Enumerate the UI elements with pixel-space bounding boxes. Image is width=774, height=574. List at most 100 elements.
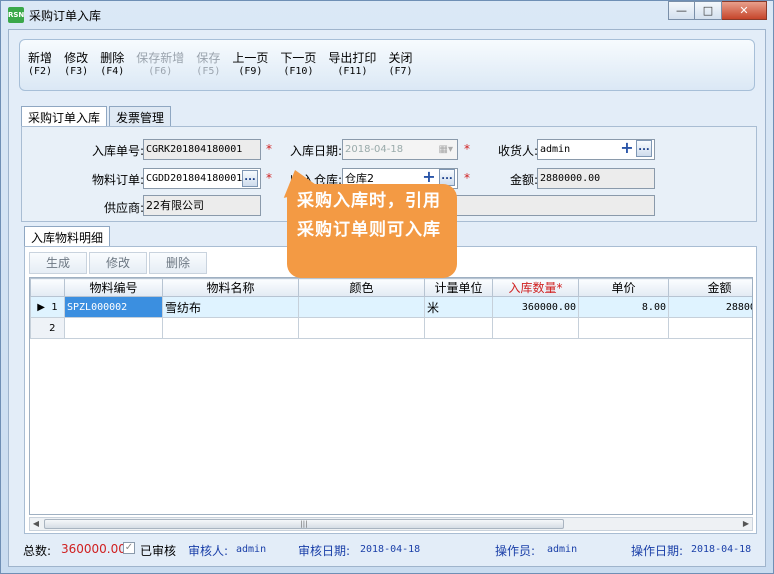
edit-button[interactable]: 修改 (F3): [64, 52, 88, 78]
total-label: 总数:: [23, 544, 52, 558]
edit-label: 修改: [64, 51, 89, 65]
cell-unit[interactable]: [424, 317, 493, 339]
cell-color[interactable]: [298, 296, 425, 318]
tab-invoice[interactable]: 发票管理: [109, 106, 172, 126]
prev-page-button[interactable]: 上一页 (F9): [232, 52, 268, 78]
in-date-label: 入库日期:: [289, 144, 342, 158]
new-button[interactable]: 新增 (F2): [28, 52, 52, 78]
maximize-button[interactable]: □: [695, 1, 722, 20]
scroll-left-icon[interactable]: ◀: [30, 518, 42, 530]
row-header[interactable]: ▶ 1: [30, 296, 65, 318]
prev-page-key: (F9): [238, 66, 263, 77]
audit-date-value: 2018-04-18: [360, 544, 421, 555]
cell-amount[interactable]: [668, 317, 752, 339]
export-print-button[interactable]: 导出打印 (F11): [328, 52, 376, 78]
cell-price[interactable]: [578, 317, 669, 339]
cell-name[interactable]: [162, 317, 299, 339]
in-date-required-mark: *: [464, 142, 470, 156]
order-lookup-button[interactable]: ...: [242, 170, 258, 187]
operator-label: 操作员:: [495, 544, 536, 558]
supplier-label: 供应商:: [103, 201, 144, 215]
cell-amount[interactable]: 2880000: [668, 296, 752, 318]
status-bar: 总数: 360000.00 ✓ 已审核 审核人: admin 审核日期: 201…: [23, 542, 761, 560]
save-new-button[interactable]: 保存新增 (F6): [136, 52, 184, 78]
col-header-code[interactable]: 物料编号: [64, 278, 163, 297]
app-window: RSN 采购订单入库 — □ ✕ 新增 (F2) 修改 (F3) 删除 (F4) 保存…: [0, 0, 774, 574]
supplier-extra-field[interactable]: [442, 195, 655, 216]
close-label: 关闭: [388, 51, 413, 65]
cell-name[interactable]: 雪纺布: [162, 296, 299, 318]
row-header[interactable]: 2: [30, 317, 65, 339]
cell-qty[interactable]: 360000.00: [492, 296, 579, 318]
delete-label: 删除: [100, 51, 125, 65]
check-icon[interactable]: ✓: [123, 542, 135, 554]
in-date-value: 2018-04-18: [345, 144, 404, 155]
auditor-label: 审核人:: [188, 544, 229, 558]
close-button[interactable]: 关闭 (F7): [388, 52, 412, 78]
scroll-right-icon[interactable]: ▶: [740, 518, 752, 530]
col-header-amount[interactable]: 金额: [668, 278, 752, 297]
tab-detail[interactable]: 入库物料明细: [24, 226, 111, 247]
scrollbar-thumb[interactable]: |||: [44, 519, 564, 529]
cell-unit[interactable]: 米: [424, 296, 493, 318]
next-page-key: (F10): [283, 66, 314, 77]
supplier-field[interactable]: 22有限公司: [143, 195, 261, 216]
tab-purchase-in[interactable]: 采购订单入库: [21, 106, 108, 127]
in-no-required-mark: *: [266, 142, 272, 156]
window-title: 采购订单入库: [29, 9, 102, 23]
audit-date-label: 审核日期:: [298, 544, 351, 558]
auditor-value: admin: [236, 544, 267, 555]
minimize-button[interactable]: —: [668, 1, 695, 20]
detail-edit-button[interactable]: 修改: [89, 252, 147, 274]
row-number: 2: [49, 322, 56, 334]
col-header-unit[interactable]: 计量单位: [424, 278, 493, 297]
row-number: 1: [51, 301, 58, 313]
save-label: 保存: [196, 51, 221, 65]
next-page-button[interactable]: 下一页 (F10): [280, 52, 316, 78]
table-row[interactable]: 2: [30, 317, 752, 339]
next-page-label: 下一页: [280, 51, 317, 65]
save-new-label: 保存新增: [136, 51, 185, 65]
warehouse-required-mark: *: [464, 171, 470, 185]
close-window-button[interactable]: ✕: [722, 1, 767, 20]
export-print-key: (F11): [337, 66, 368, 77]
detail-table: 物料编号 物料名称 颜色 计量单位 入库数量* 单价 金额 ▶ 1 SPZL00…: [30, 278, 752, 339]
order-required-mark: *: [266, 171, 272, 185]
cell-qty[interactable]: [492, 317, 579, 339]
in-date-field[interactable]: 2018-04-18 ▦▾: [342, 139, 458, 160]
main-tabs: 采购订单入库 发票管理: [21, 106, 173, 127]
save-new-key: (F6): [148, 66, 173, 77]
cell-price[interactable]: 8.00: [578, 296, 669, 318]
save-key: (F5): [196, 66, 221, 77]
cell-code[interactable]: [64, 317, 163, 339]
col-header-name[interactable]: 物料名称: [162, 278, 299, 297]
app-logo-icon: RSN: [8, 7, 24, 23]
new-label: 新增: [28, 51, 53, 65]
annotation-callout: 采购入库时，引用采购订单则可入库: [287, 184, 457, 278]
cell-code[interactable]: SPZL000002: [64, 296, 163, 318]
col-header-color[interactable]: 颜色: [298, 278, 425, 297]
receiver-lookup-button[interactable]: ...: [636, 140, 652, 157]
detail-grid: 物料编号 物料名称 颜色 计量单位 入库数量* 单价 金额 ▶ 1 SPZL00…: [29, 277, 753, 515]
detail-toolbar: 生成 修改 删除: [29, 250, 209, 276]
grid-header-row: 物料编号 物料名称 颜色 计量单位 入库数量* 单价 金额: [30, 278, 752, 297]
op-date-label: 操作日期:: [631, 544, 684, 558]
add-receiver-plus-icon[interactable]: +: [620, 140, 634, 157]
amount-field[interactable]: 2880000.00: [537, 168, 655, 189]
delete-button[interactable]: 删除 (F4): [100, 52, 124, 78]
calendar-dropdown-icon[interactable]: ▦▾: [439, 140, 453, 159]
horizontal-scrollbar[interactable]: ◀ ||| ▶: [29, 517, 753, 531]
window-controls: — □ ✕: [668, 1, 767, 20]
title-bar: RSN 采购订单入库 — □ ✕: [1, 1, 773, 29]
cell-color[interactable]: [298, 317, 425, 339]
save-button[interactable]: 保存 (F5): [196, 52, 220, 78]
delete-key: (F4): [100, 66, 125, 77]
table-row[interactable]: ▶ 1 SPZL000002 雪纺布 米 360000.00 8.00 2880…: [30, 296, 752, 318]
in-no-field[interactable]: CGRK201804180001: [143, 139, 261, 160]
detail-delete-button[interactable]: 删除: [149, 252, 207, 274]
col-header-price[interactable]: 单价: [578, 278, 669, 297]
col-header-qty[interactable]: 入库数量*: [492, 278, 579, 297]
operator-value: admin: [547, 544, 578, 555]
generate-button[interactable]: 生成: [29, 252, 87, 274]
export-print-label: 导出打印: [328, 51, 377, 65]
